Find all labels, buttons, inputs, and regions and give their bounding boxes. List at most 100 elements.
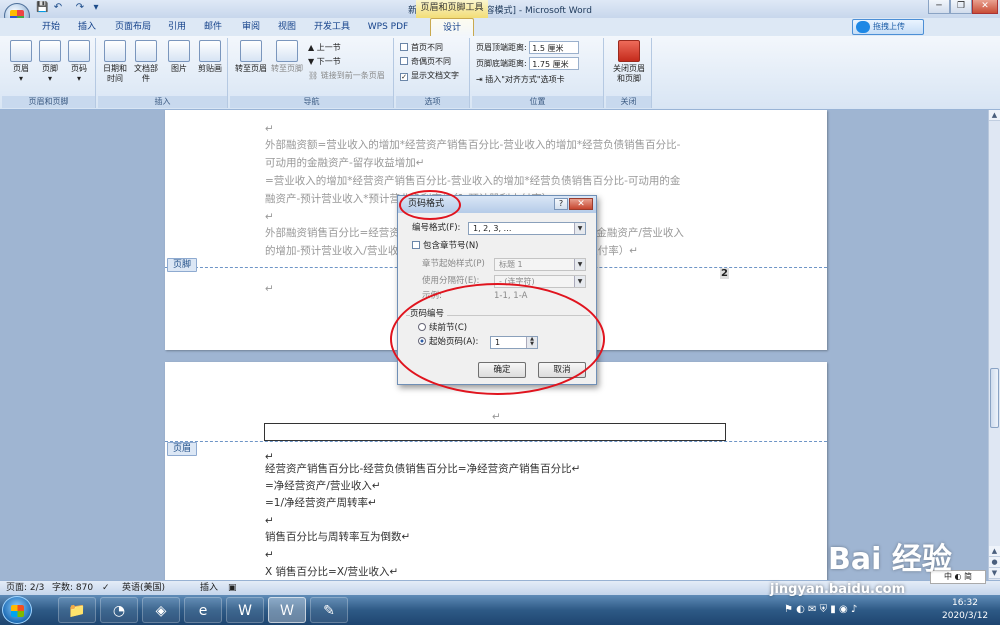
doc-line: =净经营资产/营业收入↵ [265, 480, 381, 492]
group-close: 关闭页眉和页脚 关闭 [606, 38, 652, 108]
word-taskbar-icon[interactable]: Ｗ [268, 597, 306, 623]
number-format-select[interactable]: 1, 2, 3, … ▼ [468, 222, 586, 235]
dialog-close-button[interactable]: ✕ [569, 198, 593, 210]
browser-taskbar-icon[interactable]: ◔ [100, 597, 138, 623]
show-document-text-checkbox[interactable]: ✓ 显示文档文字 [400, 69, 459, 82]
tab-view[interactable]: 视图 [272, 18, 302, 36]
dropdown-arrow-icon: ▼ [574, 276, 585, 287]
page-number-icon [68, 40, 90, 62]
header-button[interactable]: 页眉 ▾ [6, 40, 36, 84]
group-label-insert: 插入 [98, 96, 227, 108]
header-distance-input[interactable]: 1.5 厘米 [529, 41, 580, 54]
baidu-watermark: Bai 经验 jingyan.baidu.com [770, 520, 990, 600]
undo-icon[interactable]: ↶ [52, 2, 64, 14]
context-tab-header-footer-tools: 页眉和页脚工具 [416, 0, 488, 18]
group-navigation: 转至页眉 转至页脚 ▲ 上一节 ▼ 下一节 ⛓ 链接到前一条页眉 导航 [230, 38, 394, 108]
next-section-button[interactable]: ▼ 下一节 [308, 55, 341, 68]
scroll-up-icon[interactable]: ▲ [989, 110, 1000, 121]
tab-developer[interactable]: 开发工具 [308, 18, 356, 36]
wps-taskbar-icon[interactable]: W [226, 597, 264, 623]
status-words[interactable]: 字数: 870 [52, 581, 93, 595]
cloud-icon [856, 21, 870, 33]
header-distance-control: 页眉顶端距离: 1.5 厘米 [476, 41, 580, 54]
cloud-upload-button[interactable]: 拖拽上传 [852, 19, 924, 35]
group-options: 首页不同 奇偶页不同 ✓ 显示文档文字 选项 [396, 38, 470, 108]
footer-button[interactable]: 页脚 ▾ [35, 40, 65, 84]
tab-insert[interactable]: 插入 [72, 18, 102, 36]
tray-icons[interactable]: ⚑ ◐ ✉ ⛨ ▮ ◉ ♪ [784, 604, 857, 615]
maximize-button[interactable]: ❐ [950, 0, 972, 14]
browse-object-icon[interactable]: ● [989, 557, 1000, 568]
title-bar: 新建 DOC 文档 [兼容模式] - Microsoft Word [0, 0, 1000, 18]
date-time-button[interactable]: 日期和时间 [100, 40, 130, 84]
doc-line: X 销售百分比=X/营业收入↵ [265, 566, 399, 578]
prev-page-icon[interactable]: ▲ [989, 546, 1000, 557]
goto-footer-button[interactable]: 转至页脚 [270, 40, 304, 74]
dropdown-arrow-icon: ▼ [574, 259, 585, 270]
include-chapter-checkbox[interactable]: 包含章节号(N) [412, 240, 479, 253]
status-page[interactable]: 页面: 2/3 [6, 581, 44, 595]
calendar-icon [104, 40, 126, 62]
clip-art-icon [199, 40, 221, 62]
help-button[interactable]: ? [554, 198, 568, 210]
chapter-style-select[interactable]: 标题 1 ▼ [494, 258, 586, 271]
tab-home[interactable]: 开始 [36, 18, 66, 36]
different-first-page-checkbox[interactable]: 首页不同 [400, 41, 443, 54]
header-boundary [165, 441, 827, 442]
next-page-icon[interactable]: ▼ [989, 568, 1000, 579]
goto-header-icon [240, 40, 262, 62]
clip-art-button[interactable]: 剪贴画 [195, 40, 225, 74]
doc-line: 经营资产销售百分比-经营负债销售百分比=净经营资产销售百分比↵ [265, 463, 581, 475]
link-to-previous-button[interactable]: ⛓ 链接到前一条页眉 [308, 69, 385, 82]
page-number-button[interactable]: 页码 ▾ [64, 40, 94, 84]
header-icon [10, 40, 32, 62]
watermark-url: jingyan.baidu.com [770, 582, 906, 597]
start-button[interactable] [2, 596, 32, 624]
doc-line: 可动用的金融资产-留存收益增加↵ [265, 157, 425, 169]
quick-parts-button[interactable]: 文档部件 [131, 40, 161, 84]
watermark-logo: Bai 经验 [828, 542, 952, 577]
header-label: 页眉 [167, 442, 198, 456]
minimize-button[interactable]: ─ [928, 0, 950, 14]
spellcheck-icon[interactable]: ✓ [102, 581, 110, 595]
footer-distance-control: 页脚底端距离: 1.75 厘米 [476, 57, 580, 70]
close-window-button[interactable]: ✕ [972, 0, 998, 14]
tab-references[interactable]: 引用 [162, 18, 192, 36]
previous-section-button[interactable]: ▲ 上一节 [308, 41, 341, 54]
group-label-close: 关闭 [606, 96, 651, 108]
group-label-header-footer: 页眉和页脚 [2, 96, 95, 108]
close-header-footer-button[interactable]: 关闭页眉和页脚 [610, 40, 648, 84]
footer-distance-input[interactable]: 1.75 厘米 [529, 57, 580, 70]
window-title: 新建 DOC 文档 [兼容模式] - Microsoft Word [408, 6, 592, 16]
quick-parts-icon [135, 40, 157, 62]
save-icon[interactable]: 💾 [36, 2, 48, 14]
goto-header-button[interactable]: 转至页眉 [234, 40, 268, 74]
tab-page-layout[interactable]: 页面布局 [110, 18, 156, 36]
explorer-taskbar-icon[interactable]: 📁 [58, 597, 96, 623]
number-format-label: 编号格式(F): [412, 223, 461, 233]
status-mode[interactable]: 插入 [200, 581, 218, 595]
app-taskbar-icon[interactable]: ◈ [142, 597, 180, 623]
tab-wps-pdf[interactable]: WPS PDF [362, 18, 414, 36]
scroll-thumb[interactable] [990, 368, 999, 428]
clock-date[interactable]: 2020/3/12 [942, 611, 988, 621]
macro-record-icon[interactable]: ▣ [228, 581, 237, 595]
footer-page-number[interactable]: 2 [720, 268, 729, 279]
picture-button[interactable]: 图片 [164, 40, 194, 74]
different-odd-even-checkbox[interactable]: 奇偶页不同 [400, 55, 451, 68]
insert-alignment-tab-button[interactable]: ⇥ 插入"对齐方式"选项卡 [476, 73, 565, 86]
qat-customize-icon[interactable]: ▾ [90, 2, 102, 14]
group-header-footer: 页眉 ▾ 页脚 ▾ 页码 ▾ 页眉和页脚 [2, 38, 96, 108]
group-label-navigation: 导航 [230, 96, 393, 108]
chapter-style-label: 章节起始样式(P) [422, 259, 485, 269]
tab-mailings[interactable]: 邮件 [198, 18, 228, 36]
status-language[interactable]: 英语(美国) [122, 581, 165, 595]
group-label-position: 位置 [472, 96, 603, 108]
paint-taskbar-icon[interactable]: ✎ [310, 597, 348, 623]
tab-design[interactable]: 设计 [430, 18, 474, 36]
vertical-scrollbar[interactable]: ▲ ▲ ● ▼ [988, 110, 1000, 580]
annotation-circle-page-numbering [390, 283, 605, 395]
tab-review[interactable]: 审阅 [236, 18, 266, 36]
redo-icon[interactable]: ↷ [74, 2, 86, 14]
ie-taskbar-icon[interactable]: e [184, 597, 222, 623]
